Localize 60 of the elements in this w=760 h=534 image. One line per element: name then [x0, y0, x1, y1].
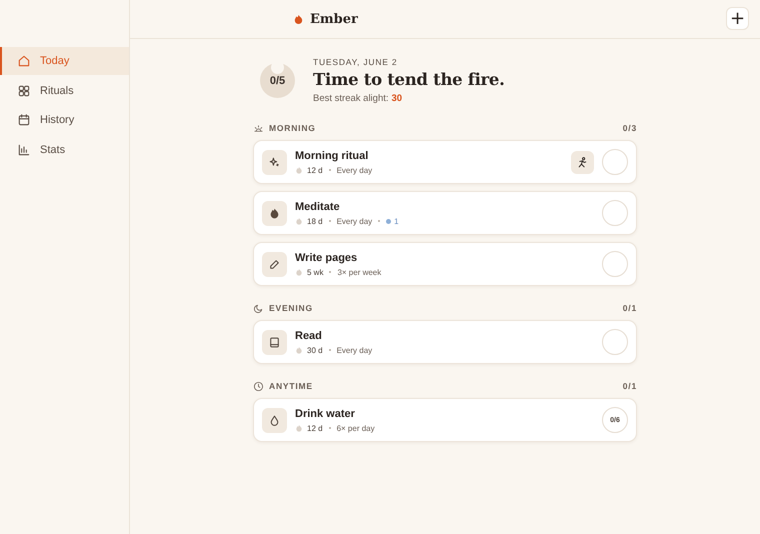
flame-icon — [268, 206, 281, 220]
grid-icon — [17, 84, 31, 98]
check-button[interactable] — [602, 329, 628, 355]
schedule-label: Every day — [336, 216, 372, 226]
date-label: TUESDAY, JUNE 2 — [313, 57, 398, 67]
ritual-name: Read — [295, 330, 323, 342]
sparkle-icon — [268, 156, 281, 168]
flame-icon — [295, 166, 303, 174]
streak-value: 30 — [392, 93, 402, 104]
section-count: 0/1 — [622, 303, 637, 313]
flame-icon — [295, 346, 303, 354]
book-icon — [268, 336, 281, 348]
flame-icon — [293, 13, 304, 25]
schedule-label: 6× per day — [336, 424, 375, 432]
moon-icon — [253, 302, 264, 314]
clock-icon — [253, 380, 264, 392]
streak-length: 18 d — [307, 216, 323, 226]
flame-icon — [295, 268, 303, 276]
check-button[interactable] — [602, 200, 628, 226]
check-button[interactable] — [602, 149, 628, 175]
calendar-icon — [17, 113, 31, 127]
sidebar-item[interactable]: Rituals — [0, 76, 129, 104]
ritual-name: Write pages — [295, 252, 358, 264]
section-title: ANYTIME — [269, 381, 313, 391]
schedule-label: Every day — [336, 166, 372, 174]
streak-length: 5 wk — [307, 268, 324, 276]
section-count: 0/1 — [622, 381, 637, 391]
streak-length: 30 d — [307, 346, 323, 354]
app-name: Ember — [310, 12, 358, 26]
ritual-name: Drink water — [295, 408, 356, 420]
streak-length: 12 d — [307, 166, 323, 174]
pencil-icon — [268, 258, 281, 270]
schedule-label: Every day — [336, 346, 372, 354]
check-button[interactable] — [602, 251, 628, 277]
runner-icon — [576, 156, 589, 168]
section-count: 0/3 — [622, 123, 637, 133]
streak-length: 12 d — [307, 424, 323, 432]
ritual-card[interactable]: Write pages 5 wk 3× per week — [253, 242, 637, 286]
sidebar-item[interactable]: Stats — [0, 136, 129, 164]
flame-icon — [295, 217, 303, 225]
schedule-label: 3× per week — [337, 268, 382, 276]
action-button[interactable] — [571, 150, 594, 174]
home-icon — [17, 54, 31, 68]
ritual-card[interactable]: Morning ritual 12 d Every day — [253, 140, 637, 184]
headline: Time to tend the fire. — [313, 70, 505, 89]
sunrise-icon — [253, 122, 264, 134]
section-title: MORNING — [269, 123, 316, 133]
progress-badge: 0/5 — [260, 63, 295, 98]
flame-icon — [295, 424, 303, 432]
bar-chart-icon — [17, 142, 31, 156]
streak-label: Best streak alight: — [313, 93, 389, 104]
ritual-card[interactable]: Meditate 18 d Every day 1 — [253, 191, 637, 235]
ritual-name: Meditate — [295, 200, 341, 212]
ritual-card[interactable]: Read 30 d Every day — [253, 320, 637, 364]
ritual-name: Morning ritual — [295, 150, 370, 162]
section-title: EVENING — [269, 303, 313, 313]
add-button[interactable]: + — [726, 7, 749, 30]
freeze-count: 1 — [386, 216, 399, 226]
droplet-icon — [268, 414, 281, 426]
sidebar-item[interactable]: History — [0, 106, 129, 134]
